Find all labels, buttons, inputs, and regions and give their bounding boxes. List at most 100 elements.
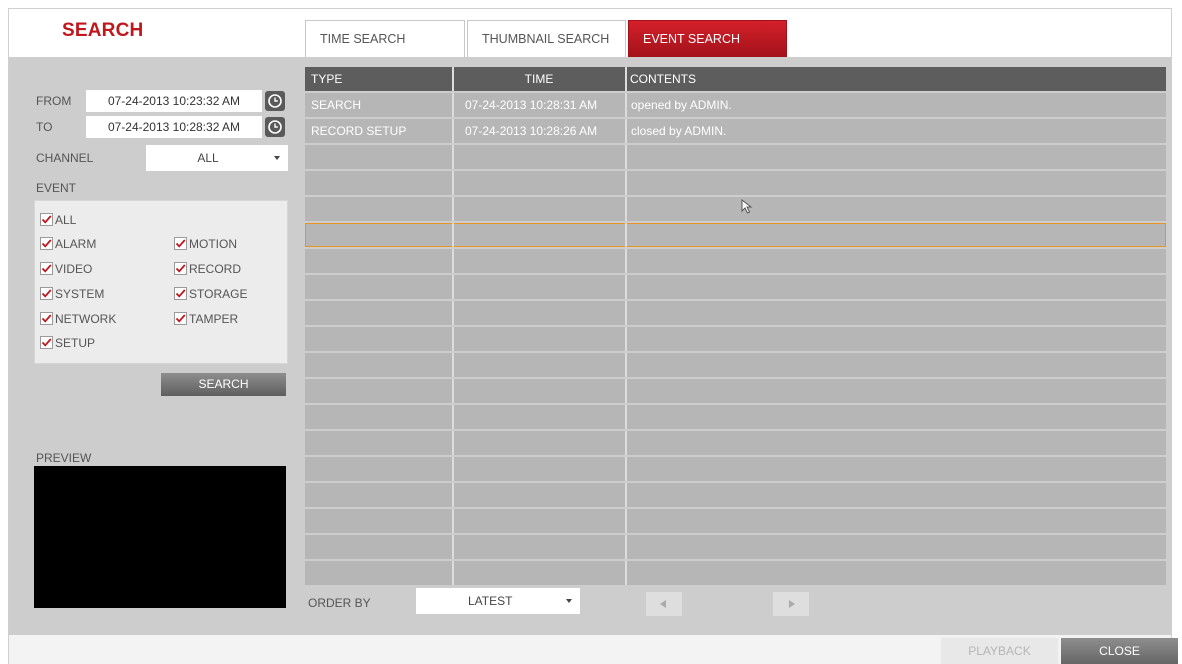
column-divider xyxy=(625,93,627,117)
table-row[interactable] xyxy=(305,457,1166,481)
chevron-down-icon xyxy=(566,599,572,603)
column-divider xyxy=(452,405,454,429)
column-header-contents[interactable]: CONTENTS xyxy=(630,67,696,91)
channel-label: CHANNEL xyxy=(36,151,94,165)
column-divider xyxy=(625,67,627,91)
column-divider xyxy=(452,483,454,507)
table-row[interactable] xyxy=(305,535,1166,559)
column-divider xyxy=(625,275,627,299)
column-divider xyxy=(625,301,627,325)
column-divider xyxy=(452,197,454,221)
table-row[interactable] xyxy=(305,223,1166,247)
table-row[interactable] xyxy=(305,405,1166,429)
column-divider xyxy=(625,431,627,455)
column-divider xyxy=(452,249,454,273)
chevron-down-icon xyxy=(274,156,280,160)
column-divider xyxy=(625,509,627,533)
column-divider xyxy=(625,457,627,481)
preview-label: PREVIEW xyxy=(36,451,92,465)
tab-thumbnail-search[interactable]: THUMBNAIL SEARCH xyxy=(467,20,626,57)
cell-contents: closed by ADMIN. xyxy=(631,124,727,138)
column-divider xyxy=(452,301,454,325)
column-divider xyxy=(625,353,627,377)
to-label: TO xyxy=(36,120,53,134)
column-header-time[interactable]: TIME xyxy=(452,67,626,91)
table-row[interactable] xyxy=(305,145,1166,169)
column-divider xyxy=(625,249,627,273)
preview-video-pane xyxy=(34,466,286,608)
table-row[interactable] xyxy=(305,249,1166,273)
column-divider xyxy=(452,275,454,299)
column-divider xyxy=(452,93,454,117)
column-divider xyxy=(625,327,627,351)
column-divider xyxy=(452,457,454,481)
table-row[interactable] xyxy=(305,379,1166,403)
page-title: SEARCH xyxy=(62,20,144,41)
checkbox-checked-icon xyxy=(174,312,187,325)
column-divider xyxy=(625,405,627,429)
column-divider xyxy=(452,119,454,143)
to-date-field[interactable]: 07-24-2013 10:28:32 AM xyxy=(86,116,262,138)
cell-time: 07-24-2013 10:28:31 AM xyxy=(465,98,598,112)
column-divider xyxy=(625,535,627,559)
cell-type: RECORD SETUP xyxy=(311,124,407,138)
table-row[interactable] xyxy=(305,197,1166,221)
column-divider xyxy=(452,509,454,533)
column-divider xyxy=(452,379,454,403)
column-divider xyxy=(625,379,627,403)
from-label: FROM xyxy=(36,94,72,108)
prev-page-button[interactable] xyxy=(646,592,682,616)
triangle-left-icon xyxy=(660,600,666,608)
checkbox-checked-icon xyxy=(174,262,187,275)
event-label: EVENT xyxy=(36,181,77,195)
channel-value: ALL xyxy=(197,151,219,165)
table-row[interactable] xyxy=(305,509,1166,533)
to-clock-icon[interactable] xyxy=(265,117,285,137)
order-by-label: ORDER BY xyxy=(308,596,371,610)
checkbox-checked-icon xyxy=(174,287,187,300)
column-divider xyxy=(452,171,454,195)
from-date-field[interactable]: 07-24-2013 10:23:32 AM xyxy=(86,90,262,112)
column-divider xyxy=(625,197,627,221)
tab-event-search[interactable]: EVENT SEARCH xyxy=(628,20,787,57)
table-row[interactable] xyxy=(305,561,1166,585)
table-row[interactable] xyxy=(305,327,1166,351)
order-by-select[interactable]: LATEST xyxy=(416,588,580,614)
playback-button[interactable]: PLAYBACK xyxy=(941,638,1058,664)
channel-select[interactable]: ALL xyxy=(146,145,288,171)
column-header-type[interactable]: TYPE xyxy=(311,67,342,91)
column-divider xyxy=(625,145,627,169)
order-by-value: LATEST xyxy=(468,594,513,608)
table-row[interactable]: RECORD SETUP 07-24-2013 10:28:26 AM closed… xyxy=(305,119,1166,143)
column-divider xyxy=(625,171,627,195)
cell-type: SEARCH xyxy=(311,98,362,112)
close-button[interactable]: CLOSE xyxy=(1061,638,1178,664)
column-divider xyxy=(625,561,627,585)
tab-time-search[interactable]: TIME SEARCH xyxy=(305,20,465,57)
cell-contents: opened by ADMIN. xyxy=(631,98,732,112)
column-divider xyxy=(452,145,454,169)
table-row[interactable]: SEARCH 07-24-2013 10:28:31 AM opened by AD… xyxy=(305,93,1166,117)
column-divider xyxy=(625,483,627,507)
checkbox-checked-icon xyxy=(40,287,53,300)
checkbox-checked-icon xyxy=(40,312,53,325)
table-header: TYPE TIME CONTENTS xyxy=(305,67,1166,91)
table-row[interactable] xyxy=(305,275,1166,299)
from-clock-icon[interactable] xyxy=(265,91,285,111)
column-divider xyxy=(625,119,627,143)
table-row[interactable] xyxy=(305,301,1166,325)
checkbox-checked-icon xyxy=(174,237,187,250)
mouse-pointer-icon xyxy=(741,198,759,222)
triangle-right-icon xyxy=(789,600,795,608)
checkbox-checked-icon xyxy=(40,213,53,226)
checkbox-checked-icon xyxy=(40,237,53,250)
next-page-button[interactable] xyxy=(773,592,809,616)
column-divider xyxy=(452,327,454,351)
search-button[interactable]: SEARCH xyxy=(161,373,286,396)
table-row[interactable] xyxy=(305,171,1166,195)
table-row[interactable] xyxy=(305,483,1166,507)
table-row[interactable] xyxy=(305,431,1166,455)
column-divider xyxy=(452,353,454,377)
table-row[interactable] xyxy=(305,353,1166,377)
column-divider xyxy=(452,431,454,455)
